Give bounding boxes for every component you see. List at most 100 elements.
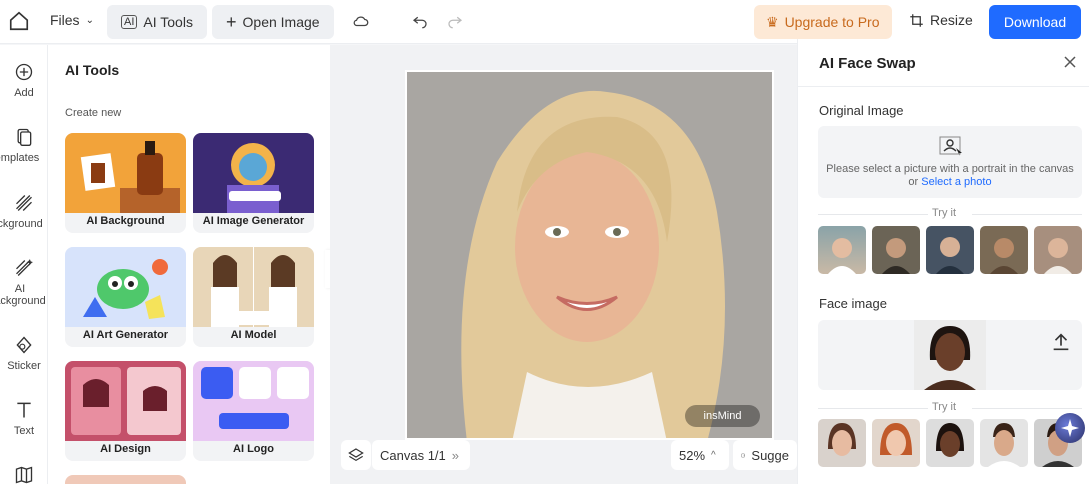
original-image-dropzone[interactable]: Please select a picture with a portrait … [818,126,1082,198]
sample-face-3[interactable] [926,419,974,467]
ai-image-generator-thumbnail [193,133,314,213]
files-menu[interactable]: Files ⌄ [50,12,94,28]
card-label: AI Background [86,215,165,227]
select-photo-link[interactable]: Select a photo [921,176,991,188]
cloud-sync-icon[interactable] [352,12,370,30]
rail-item-label: AI ackground [0,283,46,307]
rail-item-label: ackground [0,218,43,230]
ai-model-thumbnail [193,247,314,327]
ai-background-icon [16,258,34,276]
divider [798,86,1089,87]
face-image-box[interactable] [818,320,1082,390]
chevron-up-icon: ^ [711,449,716,461]
card-label: AI Model [230,329,277,341]
card-ai-background[interactable]: AI Background [65,133,186,233]
rail-item-label: Text [13,425,35,437]
sample-thumbnail [988,423,1020,467]
rail-item-background[interactable]: ackground [0,193,47,230]
sample-original-5[interactable] [1034,226,1082,274]
sample-original-2[interactable] [872,226,920,274]
templates-icon [17,128,32,146]
zoom-value: 52% [679,447,706,463]
zoom-control[interactable]: 52% ^ [671,440,729,470]
canvas-photo[interactable] [405,70,774,440]
sample-thumbnail [882,238,910,274]
card-ai-logo[interactable]: AI Logo [193,361,314,461]
rail-item-more[interactable] [0,465,47,484]
sample-face-1[interactable] [818,419,866,467]
text-icon [17,402,31,418]
ai-tools-panel: AI Tools Create new AI Background AI Ima… [48,45,330,484]
sample-face-2[interactable] [872,419,920,467]
layers-icon [348,448,364,462]
section-title: Create new [65,107,122,119]
double-chevron-right-icon: » [451,447,459,463]
ai-assistant-button[interactable] [1055,413,1085,443]
rail-item-add[interactable]: Add [0,62,47,99]
suggest-label: Sugge [751,447,789,463]
select-person-icon [939,136,962,156]
ai-logo-thumbnail [193,361,314,441]
canvas-selector[interactable]: Canvas 1/1 » [372,440,470,470]
card-label: AI Design [100,443,151,455]
upgrade-button[interactable]: ♛ Upgrade to Pro [754,5,892,39]
panel-title: AI Face Swap [819,55,916,72]
left-rail: Add emplates ackground AI ackground Stic… [0,45,48,484]
open-image-label: Open Image [242,14,320,30]
resize-button[interactable]: Resize [909,12,973,28]
upload-icon[interactable] [1050,331,1072,353]
card-ai-design[interactable]: AI Design [65,361,186,461]
rail-item-ai-background[interactable]: AI ackground [0,258,47,307]
files-label: Files [50,12,80,28]
card-ai-model[interactable]: AI Model [193,247,314,347]
sample-face-4[interactable] [980,419,1028,467]
chevron-down-icon: ⌄ [85,14,94,26]
dropzone-instruction: Please select a picture with a portrait … [826,163,1074,175]
sample-original-4[interactable] [980,226,1028,274]
plus-icon: + [226,11,237,32]
download-button[interactable]: Download [989,5,1081,39]
ai-tools-label: AI Tools [143,14,193,30]
plus-circle-icon [15,63,33,81]
crown-icon: ♛ [766,13,779,30]
sample-thumbnail [936,237,964,274]
ai-icon: AI [121,15,138,29]
ai-tools-button[interactable]: AI AI Tools [107,5,207,39]
sample-original-1[interactable] [818,226,866,274]
background-icon [16,195,32,211]
card-next[interactable] [65,475,186,484]
sample-thumbnail [828,238,856,274]
sample-thumbnail [936,423,964,457]
home-icon[interactable] [8,10,30,32]
open-image-button[interactable]: + Open Image [212,5,334,39]
sample-thumbnail [880,423,912,456]
sample-original-3[interactable] [926,226,974,274]
card-ai-image-generator[interactable]: AI Image Generator [193,133,314,233]
upgrade-label: Upgrade to Pro [784,14,880,30]
rail-item-sticker[interactable]: Sticker [0,335,47,372]
dropzone-or: or [908,176,919,188]
rail-item-text[interactable]: Text [0,400,47,437]
download-label: Download [1003,14,1067,30]
edit-note-icon [741,453,745,457]
redo-icon[interactable] [446,12,464,30]
layers-button[interactable] [341,440,371,470]
ai-art-generator-thumbnail [65,247,186,327]
suggest-button[interactable]: Sugge [733,440,797,470]
dropzone-text: Please select a picture with a portrait … [818,163,1082,189]
close-icon[interactable] [1062,54,1078,70]
map-icon [15,466,33,484]
try-it-divider: Try it [798,401,1089,413]
face-thumbnail [914,320,986,390]
card-label: AI Art Generator [82,329,169,341]
card-label: AI Logo [233,443,274,455]
watermark-text: insMind [703,410,742,422]
card-ai-art-generator[interactable]: AI Art Generator [65,247,186,347]
top-toolbar: Files ⌄ AI AI Tools + Open Image ♛ Upgra… [0,0,1089,44]
rail-item-label: emplates [0,152,40,164]
rail-item-templates[interactable]: emplates [0,127,47,164]
original-image-label: Original Image [819,103,904,118]
undo-icon[interactable] [411,12,429,30]
card-label: AI Image Generator [202,215,305,227]
face-image-label: Face image [819,296,887,311]
